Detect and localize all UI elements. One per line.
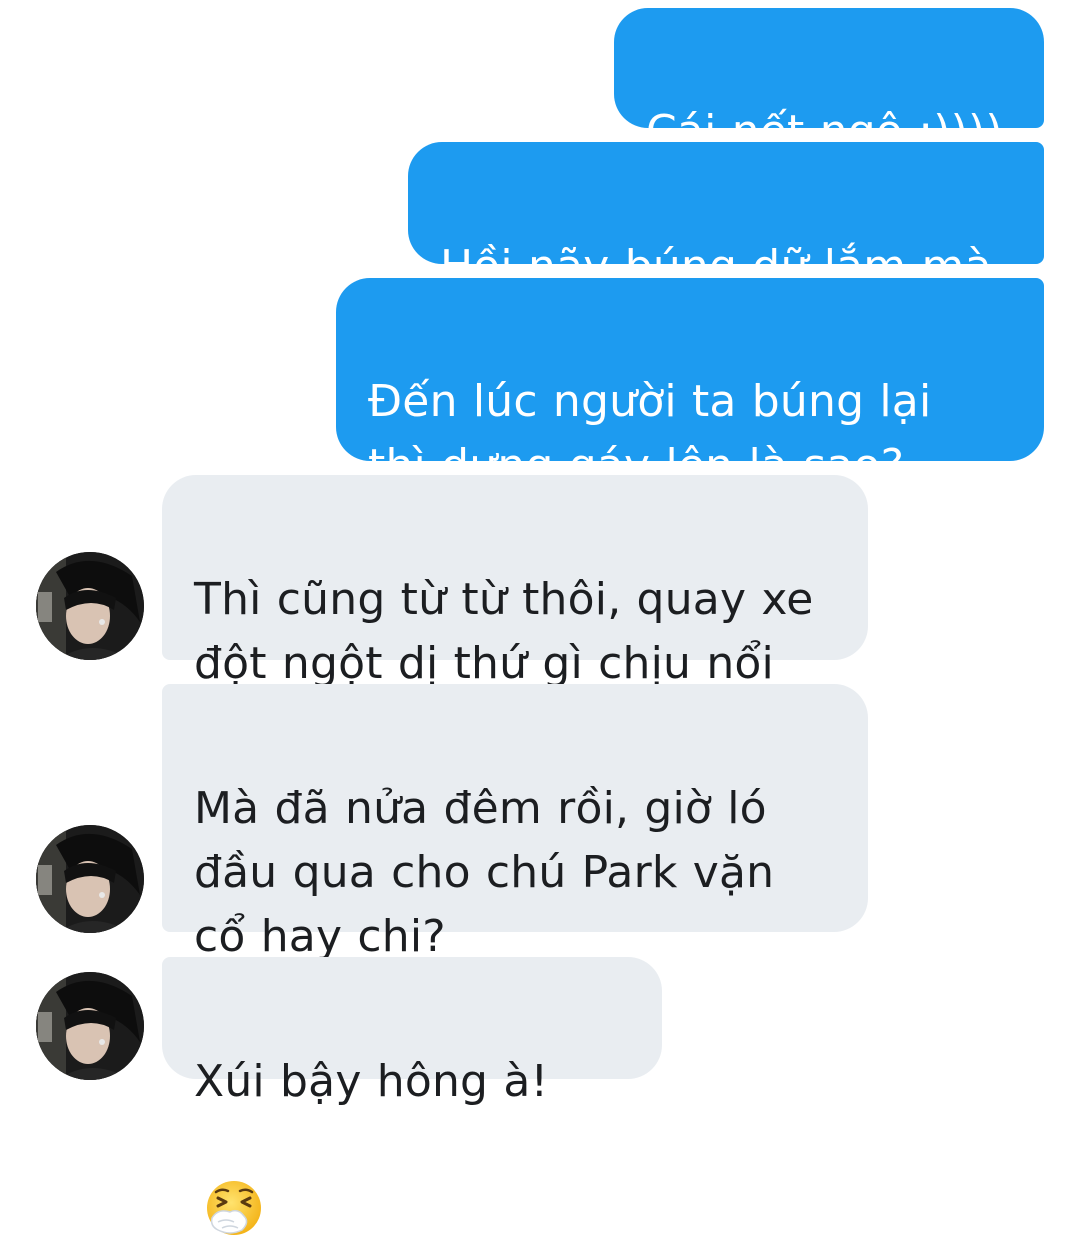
- sent-message-bubble[interactable]: Đến lúc người ta búng lại thì dựng gáy l…: [336, 278, 1044, 491]
- sent-message-bubble[interactable]: Cái nết ngộ :)))): [614, 8, 1044, 157]
- sneezing-face-emoji: [204, 1114, 264, 1235]
- message-text: Mà đã nửa đêm rồi, giờ ló đầu qua cho ch…: [194, 783, 775, 962]
- received-message-bubble[interactable]: Xúi bậy hông à!: [162, 957, 662, 1235]
- contact-avatar[interactable]: [36, 972, 144, 1080]
- sent-message-bubble[interactable]: Hồi nãy búng dữ lắm mà: [408, 142, 1044, 292]
- message-text: Xúi bậy hông à!: [194, 1056, 549, 1107]
- contact-avatar[interactable]: [36, 825, 144, 933]
- received-message-bubble[interactable]: Mà đã nửa đêm rồi, giờ ló đầu qua cho ch…: [162, 684, 868, 962]
- message-text: Thì cũng từ từ thôi, quay xe đột ngột dị…: [194, 574, 814, 689]
- received-message-bubble[interactable]: Thì cũng từ từ thôi, quay xe đột ngột dị…: [162, 475, 868, 689]
- contact-avatar[interactable]: [36, 552, 144, 660]
- message-text: Đến lúc người ta búng lại thì dựng gáy l…: [368, 376, 932, 491]
